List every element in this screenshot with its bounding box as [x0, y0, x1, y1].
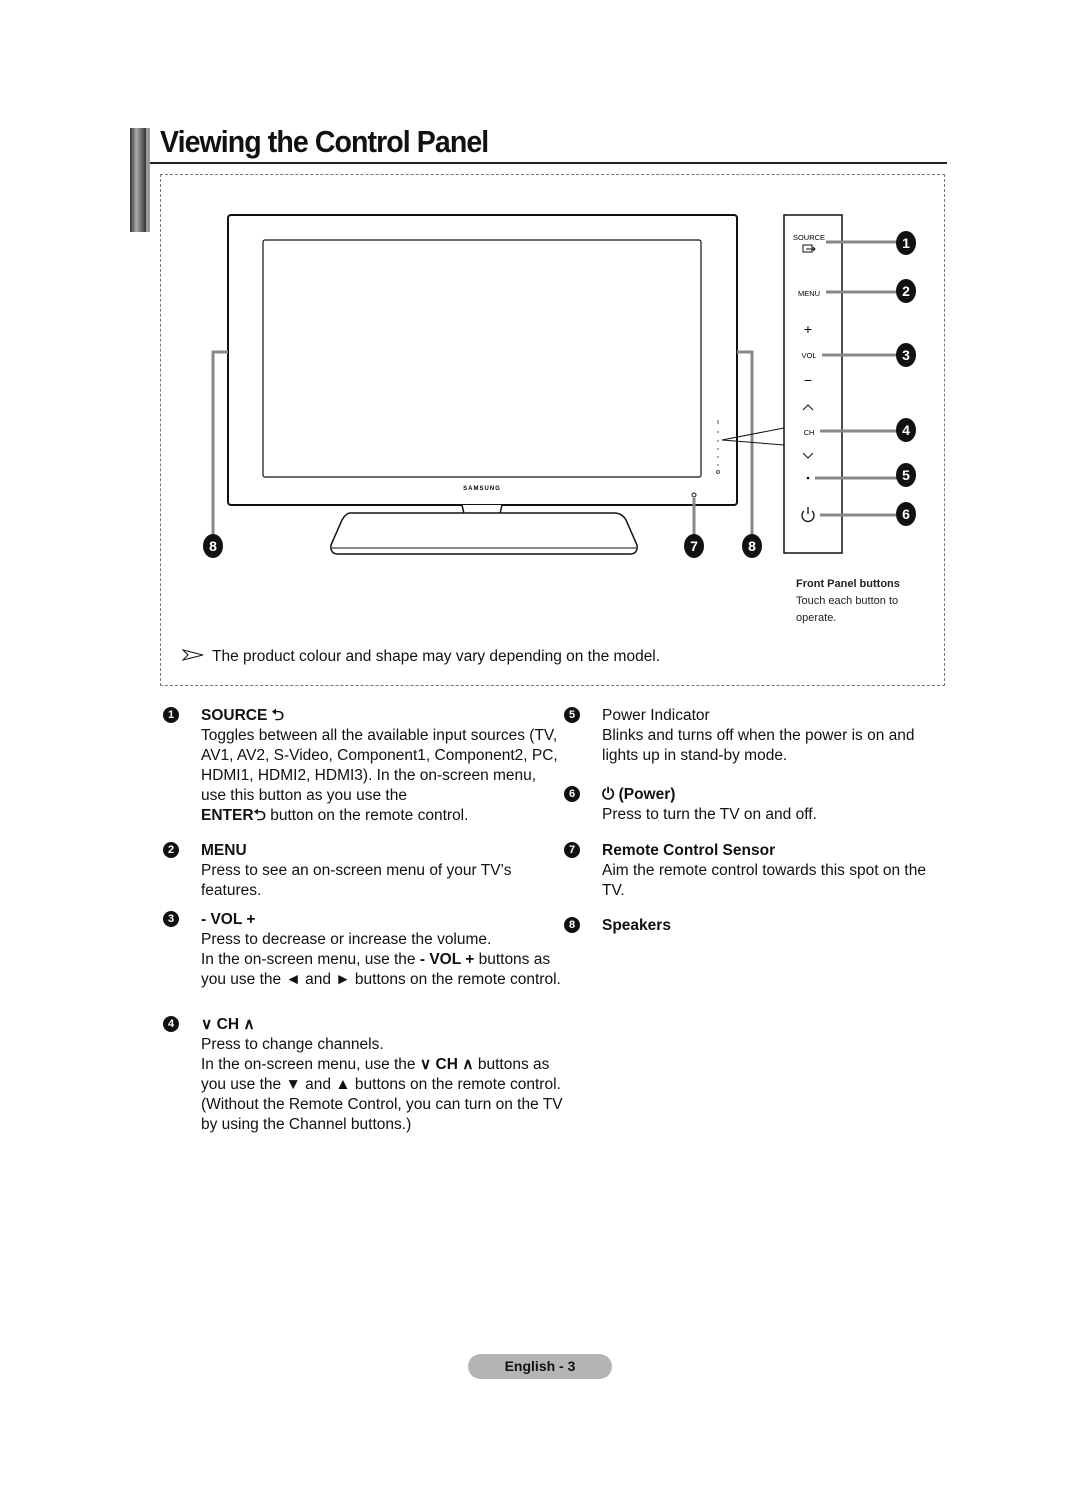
front-panel-menu-label: MENU — [798, 289, 820, 298]
item-number: 2 — [163, 842, 179, 858]
item-channel: 4 ∨ CH ∧ Press to change channels. In the… — [163, 1015, 563, 1135]
front-panel-caption-text: Touch each button to operate. — [796, 595, 899, 624]
item-heading: MENU — [201, 842, 247, 859]
item-heading: ∨ CH ∧ — [201, 1016, 255, 1033]
callout-8-right: 8 — [742, 534, 762, 558]
svg-text:8: 8 — [748, 538, 756, 554]
item-heading: Speakers — [602, 917, 671, 934]
item-volume: 3 - VOL + Press to decrease or increase … — [163, 910, 563, 990]
speaker-leader-left — [211, 350, 228, 535]
tv-brand-logo: SAMSUNG — [463, 486, 501, 492]
item-number: 3 — [163, 911, 179, 927]
callout-8-left: 8 — [203, 534, 223, 558]
front-panel-vol-label: VOL — [801, 351, 816, 360]
item-number: 7 — [564, 842, 580, 858]
callout-6: 6 — [896, 502, 916, 526]
item-number: 5 — [564, 707, 580, 723]
svg-text:6: 6 — [902, 506, 910, 522]
svg-text:5: 5 — [902, 467, 910, 483]
note-arrow-icon — [181, 648, 204, 666]
item-power-indicator: 5 Power Indicator Blinks and turns off w… — [564, 706, 949, 766]
item-menu: 2 MENU Press to see an on-screen menu of… — [163, 841, 563, 901]
item-number: 1 — [163, 707, 179, 723]
front-panel-ch-label: CH — [804, 428, 815, 437]
item-heading: ⏻ (Power) — [602, 786, 676, 803]
front-panel-caption-title: Front Panel buttons — [796, 578, 900, 590]
svg-text:4: 4 — [902, 422, 910, 438]
speaker-leader-right — [737, 350, 754, 535]
item-description: Press to see an on-screen menu of your T… — [201, 862, 512, 899]
item-heading: - VOL + — [201, 911, 256, 928]
callout-7: 7 — [684, 534, 704, 558]
callout-4: 4 — [896, 418, 916, 442]
item-heading: Power Indicator — [602, 707, 710, 724]
item-description: Press to change channels. In the on-scree… — [201, 1036, 563, 1133]
tv-screen — [262, 239, 702, 478]
item-description: Press to turn the TV on and off. — [602, 806, 817, 823]
front-panel-box — [783, 214, 843, 554]
svg-text:8: 8 — [209, 538, 217, 554]
callout-3: 3 — [896, 343, 916, 367]
page-footer: English - 3 — [468, 1354, 612, 1379]
item-heading: SOURCE ⮌ — [201, 707, 285, 724]
item-heading: Remote Control Sensor — [602, 842, 776, 859]
item-number: 6 — [564, 786, 580, 802]
front-panel-vol-minus: − — [804, 372, 812, 388]
note-text: The product colour and shape may vary de… — [212, 648, 661, 665]
front-panel-source-label: SOURCE — [793, 233, 825, 242]
item-source: 1 SOURCE ⮌ Toggles between all the avail… — [163, 706, 563, 826]
front-panel-caption: Front Panel buttons Touch each button to… — [796, 576, 921, 627]
item-speakers: 8 Speakers — [564, 916, 949, 936]
item-description: Press to decrease or increase the volume… — [201, 931, 561, 988]
remote-sensor — [691, 492, 697, 498]
front-panel-vol-plus: + — [804, 321, 812, 337]
item-description: Toggles between all the available input … — [201, 727, 558, 824]
item-description: Blinks and turns off when the power is o… — [602, 727, 915, 764]
item-power: 6 ⏻ (Power) Press to turn the TV on and … — [564, 785, 949, 825]
svg-text:1: 1 — [902, 235, 910, 251]
callout-5: 5 — [896, 463, 916, 487]
item-number: 8 — [564, 917, 580, 933]
item-description: Aim the remote control towards this spot… — [602, 862, 926, 899]
item-number: 4 — [163, 1016, 179, 1032]
item-remote-sensor: 7 Remote Control Sensor Aim the remote c… — [564, 841, 949, 901]
callout-1: 1 — [896, 231, 916, 255]
callout-2: 2 — [896, 279, 916, 303]
svg-text:2: 2 — [902, 283, 910, 299]
front-panel-power-indicator — [806, 476, 810, 480]
svg-text:7: 7 — [690, 538, 698, 554]
model-note: The product colour and shape may vary de… — [181, 648, 661, 666]
svg-text:3: 3 — [902, 347, 910, 363]
